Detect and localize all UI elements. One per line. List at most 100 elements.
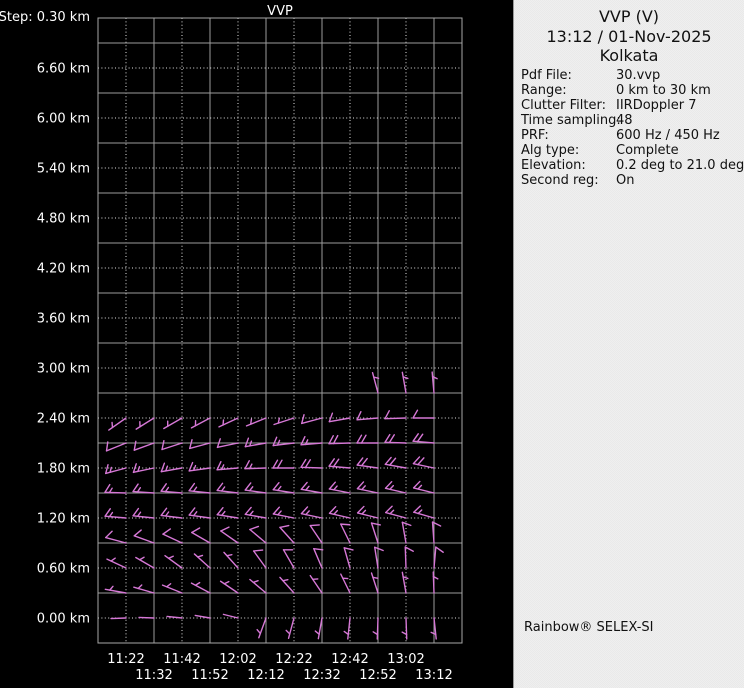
wind-barb: [189, 484, 210, 493]
barb-feather: [334, 486, 337, 490]
barb-staff: [302, 418, 322, 423]
wind-barb: [402, 522, 410, 543]
param-value: On: [616, 173, 634, 188]
barb-staff: [245, 514, 266, 518]
barb-feather: [385, 457, 391, 464]
wind-barb: [105, 586, 126, 593]
wind-barb: [386, 482, 406, 493]
barb-staff: [280, 527, 294, 543]
wind-barb: [161, 508, 182, 518]
barb-feather: [390, 510, 394, 514]
barb-staff: [161, 515, 182, 518]
barb-staff: [217, 443, 238, 447]
wind-barb: [330, 507, 350, 518]
barb-staff: [105, 589, 126, 593]
wind-barb: [190, 440, 210, 449]
panel-title: VVP (V): [514, 7, 744, 27]
param-label: Elevation:: [521, 158, 586, 173]
barb-feather: [166, 487, 169, 491]
x-axis-label: 12:02: [219, 652, 256, 667]
wind-barb: [164, 418, 182, 429]
wind-barb: [274, 418, 294, 424]
barb-feather: [106, 531, 112, 537]
param-label: Range:: [521, 83, 567, 98]
wind-barb: [247, 418, 266, 426]
barb-staff: [163, 585, 182, 593]
wind-barb: [136, 557, 154, 568]
barb-staff: [191, 418, 210, 428]
param-value: IIRDoppler 7: [616, 98, 697, 113]
wind-barb: [217, 462, 238, 470]
x-axis-label: 13:02: [387, 652, 424, 667]
barb-feather: [362, 510, 365, 514]
barb-feather: [334, 436, 338, 444]
barb-feather: [161, 463, 164, 471]
barb-staff: [134, 587, 154, 593]
y-axis-label: 4.80 km: [37, 212, 90, 227]
barb-staff: [289, 618, 294, 638]
barb-feather: [362, 435, 367, 443]
barb-feather: [110, 512, 113, 516]
barb-feather: [217, 462, 221, 470]
barb-staff: [274, 418, 294, 424]
barb-staff: [189, 515, 210, 518]
barb-feather: [358, 506, 364, 512]
wind-barb: [192, 528, 210, 543]
barb-feather: [161, 484, 166, 491]
x-axis-label: 12:12: [247, 668, 284, 683]
barb-feather: [245, 483, 251, 490]
y-axis-label: 1.80 km: [37, 462, 90, 477]
x-axis-label: 12:52: [359, 668, 396, 683]
barb-staff: [329, 418, 350, 422]
barb-feather: [217, 508, 223, 515]
wind-barb: [433, 572, 438, 593]
barb-staff: [433, 572, 434, 593]
barb-staff: [223, 614, 238, 618]
wind-barb: [402, 572, 407, 593]
barb-staff: [413, 464, 434, 468]
barb-staff: [245, 443, 266, 447]
barb-staff: [386, 513, 406, 518]
wind-barb: [372, 523, 381, 543]
wind-barb: [194, 554, 210, 568]
wind-barb: [329, 413, 350, 421]
barb-feather: [251, 419, 252, 424]
wind-barb: [161, 484, 182, 493]
barb-feather: [138, 585, 142, 588]
barb-feather: [306, 511, 309, 515]
wind-barb: [136, 418, 154, 429]
barb-feather: [306, 460, 311, 468]
wind-barb: [167, 616, 182, 618]
barb-feather: [314, 549, 323, 550]
wind-barb: [163, 584, 182, 593]
barb-feather: [167, 584, 171, 587]
barb-feather: [390, 486, 393, 490]
wind-barb: [385, 435, 406, 443]
barb-staff: [405, 547, 406, 568]
barb-staff: [105, 492, 126, 493]
plot-title: VVP: [267, 4, 293, 19]
barb-feather: [283, 580, 288, 581]
panel-datetime: 13:12 / 01-Nov-2025: [514, 27, 744, 47]
barb-staff: [111, 618, 126, 619]
barb-staff: [192, 533, 210, 544]
barb-feather: [278, 460, 283, 468]
barb-feather: [390, 435, 395, 443]
barb-feather: [301, 437, 305, 445]
barb-staff: [107, 559, 126, 568]
y-axis-label: 0.00 km: [37, 612, 90, 627]
barb-feather: [250, 511, 253, 515]
wind-barb: [163, 529, 182, 543]
wind-barb: [284, 550, 295, 568]
vvp-window: { "plot": { "title": "VVP", "step_label"…: [0, 0, 744, 688]
x-axis-label: 11:52: [191, 668, 228, 683]
wind-barb: [245, 507, 266, 518]
wind-barb: [133, 484, 154, 493]
param-value: 48: [616, 113, 633, 128]
wind-barb: [414, 506, 434, 518]
barb-feather: [315, 631, 319, 634]
barb-feather: [357, 435, 362, 443]
x-axis-label: 11:32: [135, 668, 172, 683]
barb-feather: [222, 512, 225, 516]
wind-barb: [280, 577, 294, 593]
